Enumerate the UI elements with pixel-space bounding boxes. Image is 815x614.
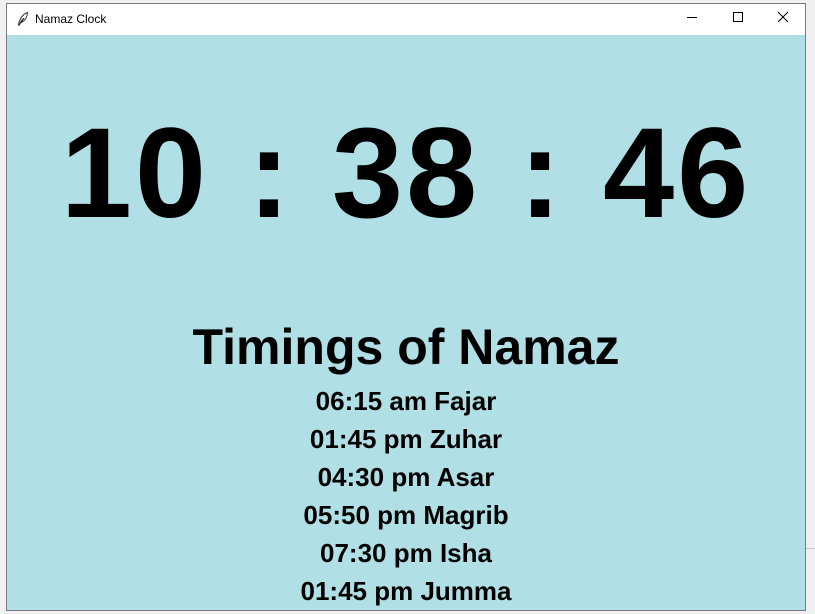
- timing-isha: 07:30 pm Isha: [320, 538, 492, 568]
- close-button[interactable]: [760, 4, 806, 34]
- timing-jumma: 01:45 pm Jumma: [300, 576, 512, 606]
- app-window: Namaz Clock 10 : 38 : 46 Timings of Nama…: [6, 3, 806, 611]
- clock-time: 10 : 38 : 46: [60, 102, 752, 245]
- feather-icon: [15, 11, 31, 27]
- minimize-icon: [686, 10, 698, 28]
- background-divider: [806, 548, 815, 549]
- timings-list: 06:15 am Fajar 01:45 pm Zuhar 04:30 pm A…: [7, 382, 805, 610]
- timings-heading: Timings of Namaz: [192, 319, 620, 375]
- timing-magrib: 05:50 pm Magrib: [303, 500, 509, 530]
- close-icon: [777, 10, 789, 28]
- window-title: Namaz Clock: [35, 12, 107, 26]
- clock-panel: 10 : 38 : 46 Timings of Namaz 06:15 am F…: [7, 35, 805, 610]
- timing-asar: 04:30 pm Asar: [317, 462, 495, 492]
- minimize-button[interactable]: [669, 4, 715, 34]
- timing-zuhar: 01:45 pm Zuhar: [309, 424, 503, 454]
- title-bar[interactable]: Namaz Clock: [7, 4, 805, 34]
- maximize-button[interactable]: [715, 4, 761, 34]
- maximize-icon: [732, 10, 744, 28]
- timing-fajar: 06:15 am Fajar: [315, 386, 497, 416]
